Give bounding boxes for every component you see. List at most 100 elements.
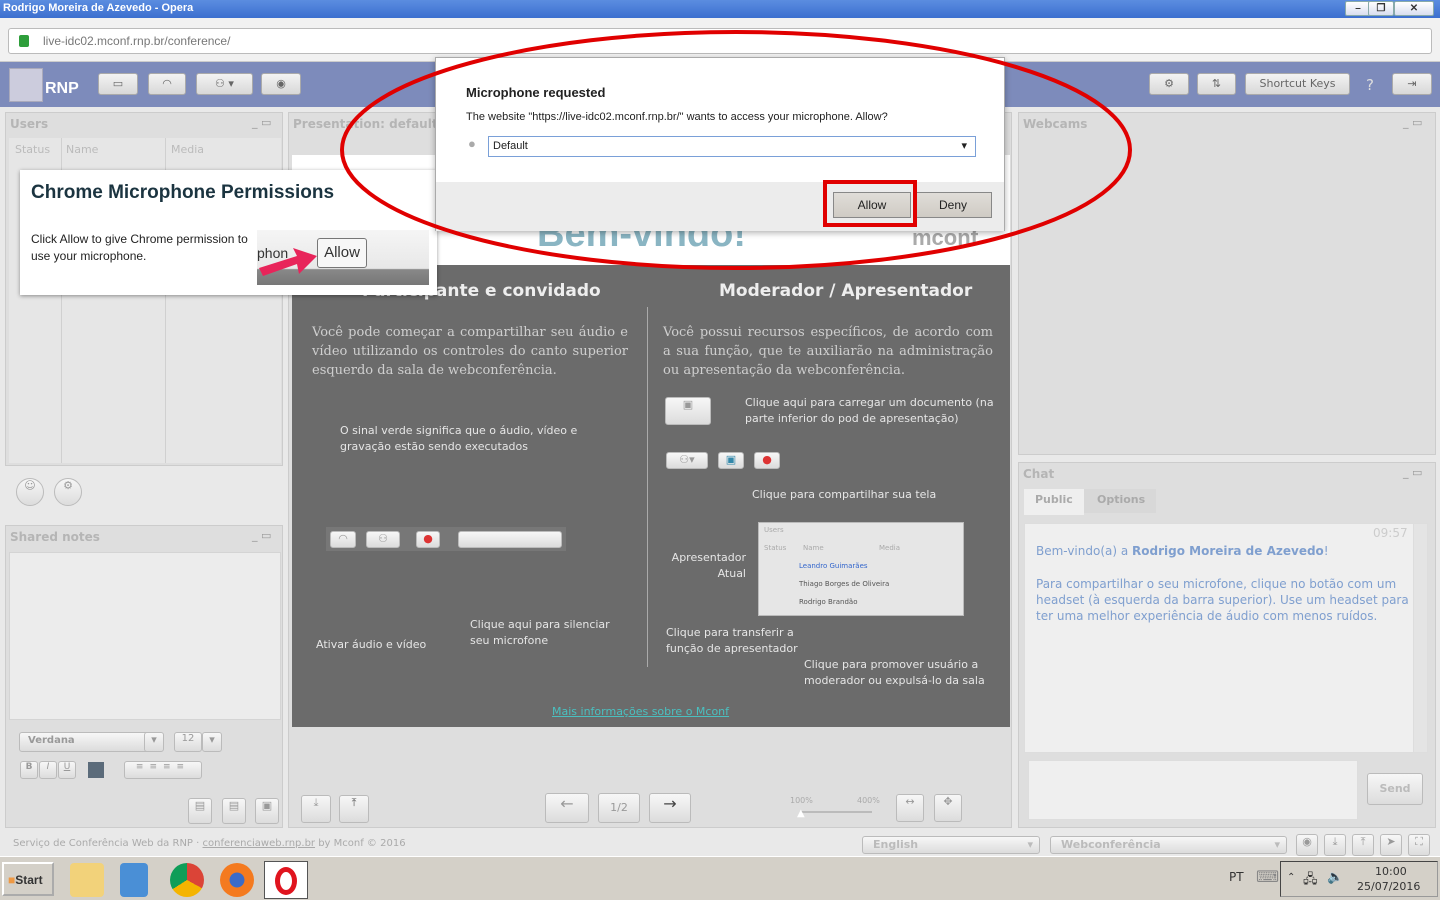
download-icon[interactable]: ⤓ <box>301 795 331 823</box>
new-note-icon[interactable]: ▤ <box>188 798 212 824</box>
chrome-icon[interactable] <box>170 863 204 897</box>
record-button[interactable]: ◉ <box>261 73 301 95</box>
share-screen-note: Clique para compartilhar sua tela <box>752 488 937 501</box>
page-indicator[interactable]: 1/2 <box>598 793 640 823</box>
headset-icon: ◠ <box>330 531 356 548</box>
upload-icon[interactable]: ⤒ <box>339 795 369 823</box>
chevron-up-icon[interactable]: ⌃ <box>1287 872 1295 883</box>
screen-share-button[interactable]: ▭ <box>98 73 138 95</box>
tab-options[interactable]: Options <box>1084 489 1156 513</box>
minimize-icon[interactable]: _ ▭ <box>252 116 271 129</box>
dialog-message: The website "https://live-idc02.mconf.rn… <box>466 111 888 123</box>
upload-icon[interactable]: ⤒ <box>1352 834 1374 856</box>
rnp-logo-icon <box>9 68 43 102</box>
underline-button[interactable]: U <box>58 761 76 779</box>
column-name[interactable]: Name <box>66 143 98 156</box>
device-select[interactable]: Default ▾ <box>488 136 976 157</box>
send-icon[interactable]: ➤ <box>1380 834 1402 856</box>
opera-icon[interactable] <box>264 861 308 899</box>
deny-button[interactable]: Deny <box>914 192 992 218</box>
volume-icon[interactable]: 🔈 <box>1327 870 1343 885</box>
users-title: Users <box>10 117 49 131</box>
chevron-down-icon[interactable]: ▾ <box>144 732 164 752</box>
media-player-icon[interactable] <box>120 863 148 897</box>
logo-text: RNP <box>45 80 79 97</box>
help-button[interactable]: ? <box>1366 76 1374 94</box>
font-select[interactable]: Verdana <box>19 732 151 752</box>
notes-textarea[interactable] <box>9 552 281 720</box>
allow-button[interactable]: Allow <box>833 192 911 218</box>
clock-time[interactable]: 10:00 <box>1375 865 1407 878</box>
screen-icon: ▣ <box>718 452 744 469</box>
italic-button[interactable]: I <box>39 761 57 779</box>
zoom-slider[interactable] <box>800 811 872 813</box>
webcams-title: Webcams <box>1023 117 1088 131</box>
minimize-icon[interactable]: _ ▭ <box>252 529 271 542</box>
mute-note: Clique aqui para silenciar seu microfone <box>470 618 610 647</box>
upload-note: Clique aqui para carregar um documento (… <box>745 396 994 425</box>
webcam-button[interactable]: ⚇ ▾ <box>196 73 253 95</box>
chat-messages: 09:57 Bem-vindo(a) a Rodrigo Moreira de … <box>1024 523 1428 753</box>
zoom-slider-handle[interactable]: ▲ <box>797 808 805 819</box>
logout-button[interactable]: ⇥ <box>1392 73 1432 95</box>
tab-public[interactable]: Public <box>1024 489 1084 515</box>
save-icon[interactable]: ▣ <box>255 798 279 824</box>
network-icon[interactable]: 🖧 <box>1303 870 1318 892</box>
chat-input[interactable] <box>1028 760 1358 820</box>
document-icon[interactable]: ▤ <box>222 798 246 824</box>
color-picker[interactable] <box>88 762 104 778</box>
address-bar[interactable]: live-idc02.mconf.rnp.br/conference/ <box>8 28 1432 54</box>
chat-scrollbar[interactable] <box>1413 524 1427 752</box>
layout-button[interactable]: ⇅ <box>1197 73 1236 95</box>
settings-button[interactable]: ⚙ <box>1149 73 1189 95</box>
chalkboard: Participante e convidado Moderador / Apr… <box>292 265 1010 727</box>
popup-title: Chrome Microphone Permissions <box>31 182 335 203</box>
previous-slide-button[interactable]: ← <box>545 793 589 823</box>
microphone-icon: ● <box>468 136 476 151</box>
shortcut-keys-button[interactable]: Shortcut Keys <box>1245 73 1350 95</box>
welcome-message: Bem-vindo(a) a Rodrigo Moreira de Azeved… <box>1036 544 1329 558</box>
keyboard-icon[interactable]: ⌨ <box>1256 867 1279 886</box>
fullscreen-icon[interactable]: ⛶ <box>1408 834 1430 856</box>
chevron-down-icon[interactable]: ▾ <box>202 732 222 752</box>
taskbar: ■Start PT ⌨ ⌃ 🖧 🔈 10:00 25/07/2016 <box>0 856 1440 900</box>
chat-message: Para compartilhar o seu microfone, cliqu… <box>1036 577 1409 623</box>
size-select[interactable]: 12 <box>174 732 202 752</box>
window-title: Rodrigo Moreira de Azevedo - Opera <box>3 2 194 14</box>
language-select[interactable]: English ▾ <box>862 836 1040 854</box>
minimize-icon[interactable]: _ ▭ <box>1403 466 1422 479</box>
window-title-bar: Rodrigo Moreira de Azevedo - Opera – ❐ ✕ <box>0 0 1440 18</box>
zoom-max-label: 400% <box>857 796 880 805</box>
mute-bar-icon <box>458 531 562 548</box>
start-button[interactable]: ■Start <box>2 862 54 896</box>
more-info-link[interactable]: Mais informações sobre o Mconf <box>552 705 729 718</box>
right-title: Moderador / Apresentador <box>719 281 973 301</box>
room-select[interactable]: Webconferência ▾ <box>1050 836 1287 854</box>
language-indicator[interactable]: PT <box>1229 870 1244 884</box>
minimize-icon[interactable]: _ ▭ <box>1403 116 1422 129</box>
clock-date[interactable]: 25/07/2016 <box>1357 880 1420 893</box>
column-status[interactable]: Status <box>15 143 50 156</box>
send-button[interactable]: Send <box>1367 773 1423 805</box>
close-button[interactable]: ✕ <box>1394 1 1434 16</box>
column-media[interactable]: Media <box>171 143 204 156</box>
footer-link[interactable]: conferenciaweb.rnp.br <box>203 838 316 849</box>
move-icon[interactable]: ✥ <box>934 794 962 822</box>
explorer-icon[interactable] <box>70 863 104 897</box>
restore-button[interactable]: ❐ <box>1368 1 1394 16</box>
next-slide-button[interactable]: → <box>649 793 691 823</box>
fit-width-icon[interactable]: ↔ <box>896 794 924 822</box>
popup-text: Click Allow to give Chrome permission to… <box>31 232 248 263</box>
bold-button[interactable]: B <box>20 761 38 779</box>
left-text: Você pode começar a compartilhar seu áud… <box>312 325 628 378</box>
download-icon[interactable]: ⤓ <box>1324 834 1346 856</box>
mini-users-panel: Users Status Name Media Leandro Guimarãe… <box>758 522 964 616</box>
firefox-icon[interactable] <box>220 863 254 897</box>
user-settings-button[interactable]: ⚙ <box>54 478 82 506</box>
webcams-panel: Webcams _ ▭ <box>1018 112 1436 455</box>
pointer-arrow-icon <box>259 248 317 276</box>
emoji-button[interactable]: ☺ <box>16 478 44 506</box>
record-icon[interactable]: ◉ <box>1296 834 1318 856</box>
headset-button[interactable]: ◠ <box>148 73 186 95</box>
alignment-buttons[interactable]: ≡≡≡≡ <box>124 761 202 779</box>
